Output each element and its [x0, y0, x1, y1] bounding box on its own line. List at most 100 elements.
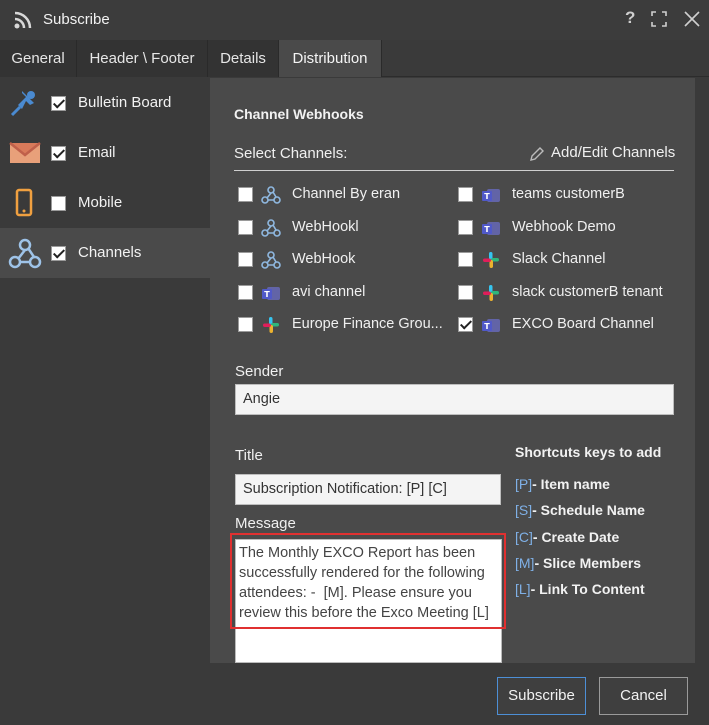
subscribe-button[interactable]: Subscribe [497, 677, 586, 715]
shortcut-label: - Slice Members [534, 555, 642, 571]
channel-checkbox[interactable] [458, 252, 473, 267]
svg-text:T: T [484, 192, 490, 201]
sidebar-item-label: Channels [78, 244, 142, 261]
channels-checkbox[interactable] [51, 246, 66, 261]
channel-webhooks-heading: Channel Webhooks [234, 106, 364, 122]
shortcut-label: - Link To Content [530, 581, 645, 597]
highlight-box [230, 533, 506, 629]
webhook-icon [261, 251, 281, 269]
sidebar-item-label: Bulletin Board [78, 94, 172, 111]
sender-label: Sender [235, 363, 284, 380]
maximize-icon[interactable] [650, 8, 668, 33]
sidebar: Bulletin Board Email Mobile Channels [0, 78, 210, 663]
close-icon[interactable] [683, 8, 701, 33]
channel-checkbox[interactable] [238, 317, 253, 332]
email-checkbox[interactable] [51, 146, 66, 161]
envelope-icon [9, 142, 41, 163]
tab-bar: General Header \ Footer Details Distribu… [0, 40, 709, 77]
channel-item[interactable]: WebHook [238, 249, 448, 271]
svg-text:T: T [484, 225, 490, 234]
shortcut-item: [P]- Item name [515, 476, 610, 492]
shortcut-key: [M] [515, 555, 535, 571]
channel-checkbox[interactable] [238, 285, 253, 300]
pencil-icon [530, 147, 544, 161]
channel-label: avi channel [292, 284, 366, 300]
pushpin-icon [10, 91, 35, 117]
tab-details[interactable]: Details [208, 40, 279, 77]
shortcut-item: [L]- Link To Content [515, 581, 645, 597]
channel-item[interactable]: slack customerB tenant [458, 282, 673, 304]
channel-label: Webhook Demo [512, 219, 616, 235]
rss-icon [14, 11, 32, 29]
channel-label: Europe Finance Grou... [292, 316, 443, 332]
tab-distribution[interactable]: Distribution [279, 40, 382, 77]
divider [234, 170, 674, 171]
channel-label: slack customerB tenant [512, 284, 663, 300]
channel-item[interactable]: T teams customerB [458, 184, 673, 206]
bulletin-board-checkbox[interactable] [51, 96, 66, 111]
tab-header-footer[interactable]: Header \ Footer [77, 40, 208, 77]
window-title: Subscribe [43, 11, 110, 28]
message-label: Message [235, 515, 296, 532]
shortcut-item: [S]- Schedule Name [515, 502, 645, 518]
sidebar-item-channels[interactable]: Channels [0, 228, 210, 278]
channel-checkbox[interactable] [238, 187, 253, 202]
channel-item[interactable]: T Webhook Demo [458, 217, 673, 239]
shortcut-item: [M]- Slice Members [515, 555, 641, 571]
cancel-button[interactable]: Cancel [599, 677, 688, 715]
channel-label: EXCO Board Channel [512, 316, 654, 332]
channel-label: WebHook [292, 251, 356, 267]
add-edit-channels-label: Add/Edit Channels [551, 144, 676, 161]
mobile-checkbox[interactable] [51, 196, 66, 211]
channel-label: teams customerB [512, 186, 625, 202]
title-input[interactable]: Subscription Notification: [P] [C] [235, 474, 501, 505]
channel-label: Slack Channel [512, 251, 606, 267]
webhook-icon [261, 186, 281, 204]
channel-checkbox[interactable] [458, 220, 473, 235]
teams-icon: T [482, 222, 500, 235]
teams-icon: T [262, 287, 280, 300]
channel-checkbox[interactable] [238, 220, 253, 235]
shortcuts-heading: Shortcuts keys to add [515, 444, 662, 460]
sidebar-item-email[interactable]: Email [0, 128, 210, 178]
tab-general[interactable]: General [0, 40, 77, 77]
shortcut-key: [C] [515, 529, 533, 545]
shortcut-item: [C]- Create Date [515, 529, 619, 545]
shortcut-key: [P] [515, 476, 533, 492]
slack-icon [483, 252, 499, 268]
channel-item[interactable]: T EXCO Board Channel [458, 314, 673, 336]
title-bar: Subscribe ? [0, 0, 709, 40]
channel-item[interactable]: Channel By eran [238, 184, 448, 206]
shortcut-label: - Create Date [532, 529, 620, 545]
channel-label: Channel By eran [292, 186, 401, 202]
shortcut-key: [L] [515, 581, 531, 597]
slack-icon [263, 317, 279, 333]
sidebar-item-bulletin-board[interactable]: Bulletin Board [0, 78, 210, 128]
channel-checkbox[interactable] [458, 317, 473, 332]
teams-icon: T [482, 319, 500, 332]
title-label: Title [235, 447, 263, 464]
channel-checkbox[interactable] [458, 285, 473, 300]
shortcut-label: - Schedule Name [532, 502, 645, 518]
channel-item[interactable]: WebHookl [238, 217, 448, 239]
slack-icon [483, 285, 499, 301]
channel-label: WebHookl [292, 219, 359, 235]
scroll-strip [695, 78, 709, 663]
sidebar-item-label: Mobile [78, 194, 123, 211]
mobile-phone-icon [15, 188, 33, 217]
channel-checkbox[interactable] [238, 252, 253, 267]
help-icon[interactable]: ? [625, 8, 635, 28]
channel-checkbox[interactable] [458, 187, 473, 202]
select-channels-label: Select Channels: [234, 145, 348, 162]
channel-item[interactable]: Slack Channel [458, 249, 673, 271]
teams-icon: T [482, 189, 500, 202]
shortcut-key: [S] [515, 502, 533, 518]
webhook-icon [261, 219, 281, 237]
channel-item[interactable]: Europe Finance Grou... [238, 314, 448, 336]
sidebar-item-mobile[interactable]: Mobile [0, 178, 210, 228]
channel-item[interactable]: T avi channel [238, 282, 448, 304]
svg-text:T: T [264, 290, 270, 299]
webhook-icon [8, 238, 42, 269]
shortcut-label: - Item name [532, 476, 610, 492]
sender-input[interactable]: Angie [235, 384, 674, 415]
